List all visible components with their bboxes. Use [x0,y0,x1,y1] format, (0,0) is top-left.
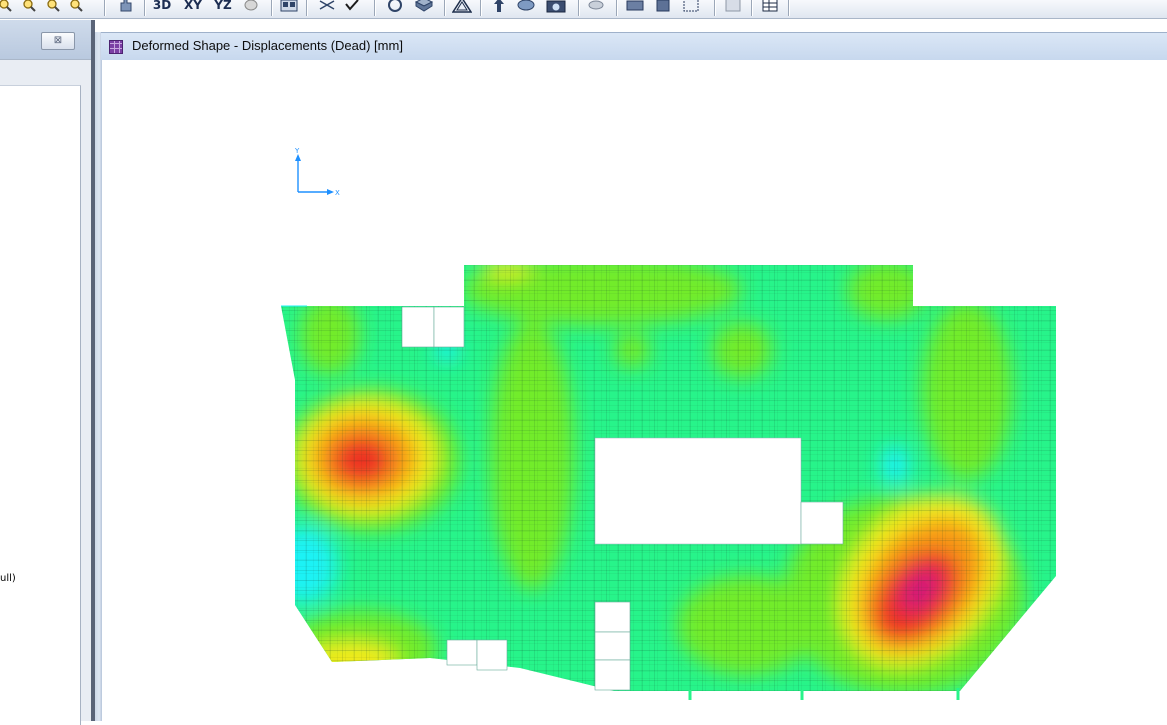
perspective-icon[interactable] [412,0,436,15]
model-window-icon [109,40,123,54]
view-xy-button[interactable]: XY [182,0,204,15]
toolbar-separator [578,0,579,16]
rubber-band-icon[interactable] [242,0,260,15]
spreadsheet-icon[interactable] [722,0,744,15]
gear-icon[interactable] [652,0,674,15]
toolbar: 3D XY YZ [0,0,1167,19]
edge-notch [272,255,281,315]
table-icon[interactable] [624,0,646,15]
clipped-tree-text: ull) [0,573,16,584]
opening [594,631,631,661]
deformed-shape-plot[interactable]: Y X [102,60,1167,721]
up-arrow-icon[interactable] [489,0,509,15]
toolbar-separator [306,0,307,16]
axis-y-label: Y [294,147,300,155]
opening [800,501,844,545]
model-explorer-panel: ull) [0,85,81,725]
left-dock-panel: ⊠ ull) [0,20,95,725]
toolbar-separator [271,0,272,16]
zoom-in-icon[interactable] [0,0,12,15]
toolbar-separator [144,0,145,16]
camera-icon[interactable] [545,0,567,15]
toolbar-separator [751,0,752,16]
left-panel-header: ⊠ [0,20,91,60]
display-icon[interactable] [515,0,537,15]
toolbar-separator [444,0,445,16]
y-axis-arrow [295,154,301,161]
opening [476,639,508,671]
large-opening [594,437,802,545]
pan-icon[interactable] [114,0,138,15]
toolbar-separator [616,0,617,16]
rotate-icon[interactable] [384,0,406,15]
opening [433,306,465,348]
view-3d-button[interactable]: 3D [152,0,172,15]
opening [446,639,478,666]
model-window-title-bar[interactable]: Deformed Shape - Displacements (Dead) [m… [101,32,1167,60]
warning-icon[interactable] [451,0,473,15]
select-icon[interactable] [316,0,338,15]
toolbar-separator [374,0,375,16]
zoom-window-icon[interactable] [45,0,61,15]
model-window-title: Deformed Shape - Displacements (Dead) [m… [132,38,403,53]
material-icon[interactable] [586,0,606,15]
check-icon[interactable] [342,0,362,15]
axis-triad: Y X [294,147,340,197]
close-panel-button[interactable]: ⊠ [41,32,75,50]
grid-icon[interactable] [680,0,702,15]
opening [594,601,631,633]
toolbar-separator [788,0,789,16]
zoom-out-icon[interactable] [21,0,37,15]
view-yz-button[interactable]: YZ [212,0,234,15]
x-axis-arrow [327,189,334,195]
axis-x-label: X [335,189,340,197]
model-view-canvas[interactable]: Y X [102,60,1167,721]
window-frame [95,32,102,721]
show-all-icon[interactable] [279,0,299,15]
toolbar-separator [480,0,481,16]
zoom-previous-icon[interactable] [68,0,84,15]
data-table-icon[interactable] [759,0,781,15]
opening [401,306,435,348]
toolbar-separator [714,0,715,16]
opening [594,659,631,691]
toolbar-separator [104,0,105,16]
